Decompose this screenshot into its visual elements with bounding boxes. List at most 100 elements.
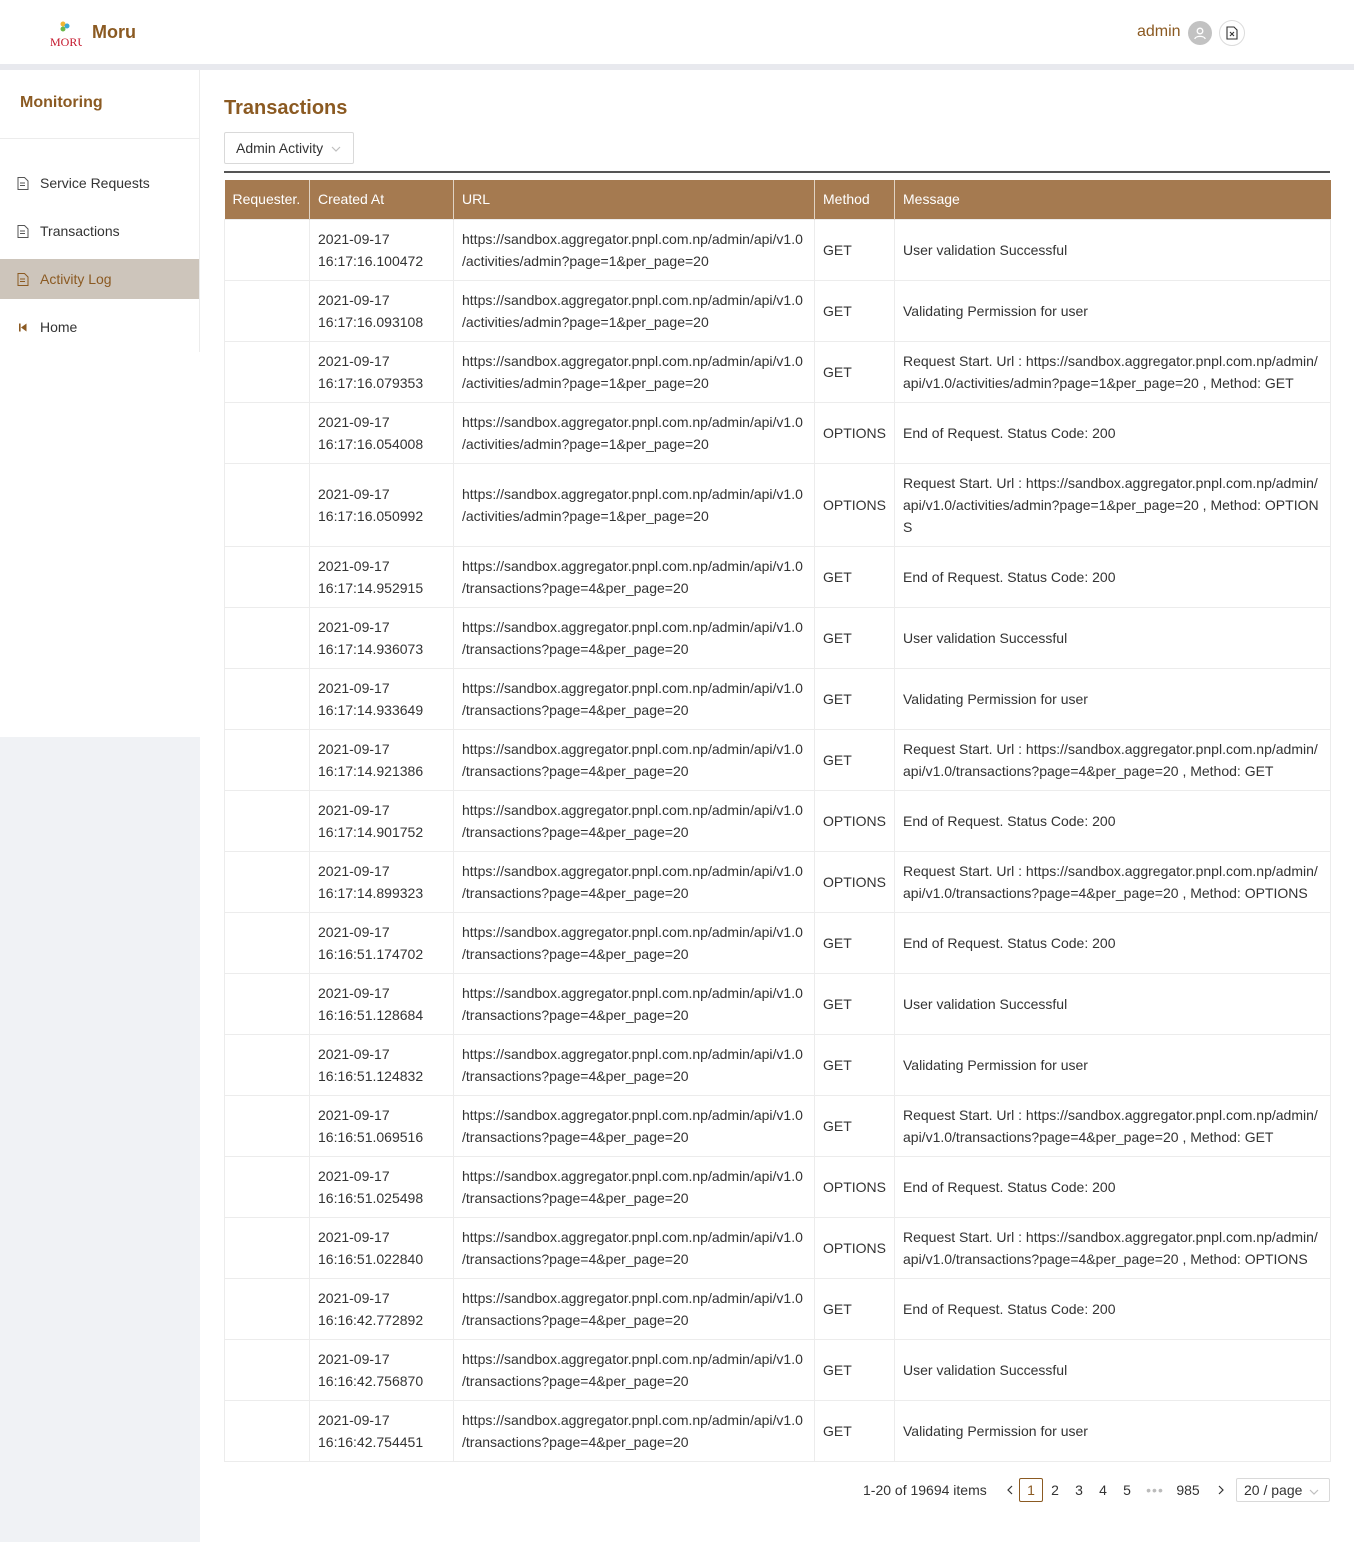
moru-logo[interactable]: MORU bbox=[50, 20, 86, 50]
url-line-2: /activities/admin?page=1&per_page=20 bbox=[462, 507, 709, 524]
created-time: 16:16:51.025498 bbox=[318, 1189, 424, 1206]
url-line-2: /activities/admin?page=1&per_page=20 bbox=[462, 252, 709, 269]
created-time: 16:17:14.899323 bbox=[318, 884, 424, 901]
cell-created-at: 2021-09-17 16:16:51.128684 bbox=[309, 972, 454, 1035]
table-row[interactable]: 2021-09-17 16:17:14.952915 https://sandbox… bbox=[224, 545, 1331, 608]
sidebar-item-label: Activity Log bbox=[40, 271, 112, 287]
page-last[interactable]: 985 bbox=[1176, 1478, 1200, 1502]
cell-requester bbox=[224, 279, 310, 342]
page-3[interactable]: 3 bbox=[1067, 1478, 1091, 1502]
url-line-1: https://sandbox.aggregator.pnpl.com.np/a… bbox=[462, 1167, 803, 1184]
column-header-created-at[interactable]: Created At bbox=[309, 180, 454, 219]
cell-method: GET bbox=[814, 1399, 895, 1462]
user-icon bbox=[1194, 27, 1206, 40]
table-row[interactable]: 2021-09-17 16:16:51.022840 https://sandbox… bbox=[224, 1216, 1331, 1279]
table-row[interactable]: 2021-09-17 16:17:16.054008 https://sandbox… bbox=[224, 401, 1331, 464]
column-header-message[interactable]: Message bbox=[894, 180, 1331, 219]
cell-url: https://sandbox.aggregator.pnpl.com.np/a… bbox=[453, 1338, 815, 1401]
cell-created-at: 2021-09-17 16:17:14.921386 bbox=[309, 728, 454, 791]
cell-created-at: 2021-09-17 16:16:42.754451 bbox=[309, 1399, 454, 1462]
cell-created-at: 2021-09-17 16:16:51.174702 bbox=[309, 911, 454, 974]
next-page-button[interactable] bbox=[1209, 1478, 1233, 1502]
table-row[interactable]: 2021-09-17 16:16:42.756870 https://sandbox… bbox=[224, 1338, 1331, 1401]
cell-url: https://sandbox.aggregator.pnpl.com.np/a… bbox=[453, 1155, 815, 1218]
table-row[interactable]: 2021-09-17 16:17:14.921386 https://sandbox… bbox=[224, 728, 1331, 791]
cell-method: GET bbox=[814, 972, 895, 1035]
table-row[interactable]: 2021-09-17 16:16:51.069516 https://sandbox… bbox=[224, 1094, 1331, 1157]
table-row[interactable]: 2021-09-17 16:16:51.025498 https://sandbox… bbox=[224, 1155, 1331, 1218]
table-row[interactable]: 2021-09-17 16:17:16.050992 https://sandbox… bbox=[224, 462, 1331, 547]
cell-method: OPTIONS bbox=[814, 401, 895, 464]
activity-type-select[interactable]: Admin Activity bbox=[224, 132, 354, 164]
cell-requester bbox=[224, 667, 310, 730]
cell-requester bbox=[224, 1033, 310, 1096]
url-line-1: https://sandbox.aggregator.pnpl.com.np/a… bbox=[462, 1228, 803, 1245]
avatar[interactable] bbox=[1188, 21, 1212, 45]
cell-method: GET bbox=[814, 218, 895, 281]
cell-message: End of Request. Status Code: 200 bbox=[894, 1155, 1331, 1218]
table-row[interactable]: 2021-09-17 16:17:16.100472 https://sandbox… bbox=[224, 218, 1331, 281]
url-line-2: /transactions?page=4&per_page=20 bbox=[462, 1433, 689, 1450]
page-2[interactable]: 2 bbox=[1043, 1478, 1067, 1502]
sidebar-item-transactions[interactable]: Transactions bbox=[0, 211, 199, 251]
sidebar-item-service-requests[interactable]: Service Requests bbox=[0, 163, 199, 203]
page-4[interactable]: 4 bbox=[1091, 1478, 1115, 1502]
cell-requester bbox=[224, 462, 310, 547]
created-date: 2021-09-17 bbox=[318, 1289, 390, 1306]
cell-message: User validation Successful bbox=[894, 1338, 1331, 1401]
cell-created-at: 2021-09-17 16:17:14.952915 bbox=[309, 545, 454, 608]
table-row[interactable]: 2021-09-17 16:17:14.936073 https://sandbox… bbox=[224, 606, 1331, 669]
created-date: 2021-09-17 bbox=[318, 740, 390, 757]
cell-requester bbox=[224, 728, 310, 791]
column-header-requester[interactable]: Requester. bbox=[224, 180, 310, 219]
page-5[interactable]: 5 bbox=[1115, 1478, 1139, 1502]
user-name[interactable]: admin bbox=[1137, 23, 1181, 41]
page-size-select[interactable]: 20 / page bbox=[1236, 1478, 1330, 1502]
column-header-url[interactable]: URL bbox=[453, 180, 815, 219]
cell-requester bbox=[224, 789, 310, 852]
table-row[interactable]: 2021-09-17 16:16:42.754451 https://sandbox… bbox=[224, 1399, 1331, 1462]
url-line-1: https://sandbox.aggregator.pnpl.com.np/a… bbox=[462, 1106, 803, 1123]
url-line-1: https://sandbox.aggregator.pnpl.com.np/a… bbox=[462, 1045, 803, 1062]
sidebar-item-activity-log[interactable]: Activity Log bbox=[0, 259, 199, 299]
cell-created-at: 2021-09-17 16:16:51.025498 bbox=[309, 1155, 454, 1218]
cell-requester bbox=[224, 545, 310, 608]
table-row[interactable]: 2021-09-17 16:17:14.933649 https://sandbox… bbox=[224, 667, 1331, 730]
chevron-left-icon bbox=[1007, 1485, 1013, 1495]
table-row[interactable]: 2021-09-17 16:17:14.899323 https://sandbox… bbox=[224, 850, 1331, 913]
table-row[interactable]: 2021-09-17 16:17:16.079353 https://sandbox… bbox=[224, 340, 1331, 403]
page-title: Transactions bbox=[224, 97, 348, 119]
url-line-2: /transactions?page=4&per_page=20 bbox=[462, 762, 689, 779]
table-row[interactable]: 2021-09-17 16:16:51.124832 https://sandbox… bbox=[224, 1033, 1331, 1096]
cell-url: https://sandbox.aggregator.pnpl.com.np/a… bbox=[453, 545, 815, 608]
cell-method: GET bbox=[814, 1277, 895, 1340]
cell-url: https://sandbox.aggregator.pnpl.com.np/a… bbox=[453, 218, 815, 281]
url-line-1: https://sandbox.aggregator.pnpl.com.np/a… bbox=[462, 1289, 803, 1306]
url-line-2: /activities/admin?page=1&per_page=20 bbox=[462, 374, 709, 391]
created-time: 16:17:16.093108 bbox=[318, 313, 424, 330]
url-line-2: /activities/admin?page=1&per_page=20 bbox=[462, 313, 709, 330]
cell-message: End of Request. Status Code: 200 bbox=[894, 545, 1331, 608]
cell-requester bbox=[224, 972, 310, 1035]
table-row[interactable]: 2021-09-17 16:17:14.901752 https://sandbox… bbox=[224, 789, 1331, 852]
cell-url: https://sandbox.aggregator.pnpl.com.np/a… bbox=[453, 1033, 815, 1096]
export-button[interactable] bbox=[1219, 20, 1245, 46]
page-1[interactable]: 1 bbox=[1019, 1478, 1043, 1502]
page-ellipsis[interactable]: ••• bbox=[1143, 1478, 1167, 1502]
url-line-1: https://sandbox.aggregator.pnpl.com.np/a… bbox=[462, 1350, 803, 1367]
created-date: 2021-09-17 bbox=[318, 801, 390, 818]
created-time: 16:16:51.069516 bbox=[318, 1128, 424, 1145]
created-time: 16:16:42.756870 bbox=[318, 1372, 424, 1389]
table-row[interactable]: 2021-09-17 16:16:42.772892 https://sandbox… bbox=[224, 1277, 1331, 1340]
sidebar-item-home[interactable]: Home bbox=[0, 307, 199, 347]
table-row[interactable]: 2021-09-17 16:17:16.093108 https://sandbox… bbox=[224, 279, 1331, 342]
table-header-row: Requester. Created At URL Method Message bbox=[224, 180, 1331, 219]
column-header-method[interactable]: Method bbox=[814, 180, 895, 219]
sidebar: Monitoring Service Requests Transactions… bbox=[0, 70, 200, 737]
table-row[interactable]: 2021-09-17 16:16:51.128684 https://sandbox… bbox=[224, 972, 1331, 1035]
table-row[interactable]: 2021-09-17 16:16:51.174702 https://sandbox… bbox=[224, 911, 1331, 974]
created-date: 2021-09-17 bbox=[318, 230, 390, 247]
cell-message: Validating Permission for user bbox=[894, 1399, 1331, 1462]
created-time: 16:16:51.022840 bbox=[318, 1250, 424, 1267]
logo-text: MORU bbox=[50, 35, 82, 49]
